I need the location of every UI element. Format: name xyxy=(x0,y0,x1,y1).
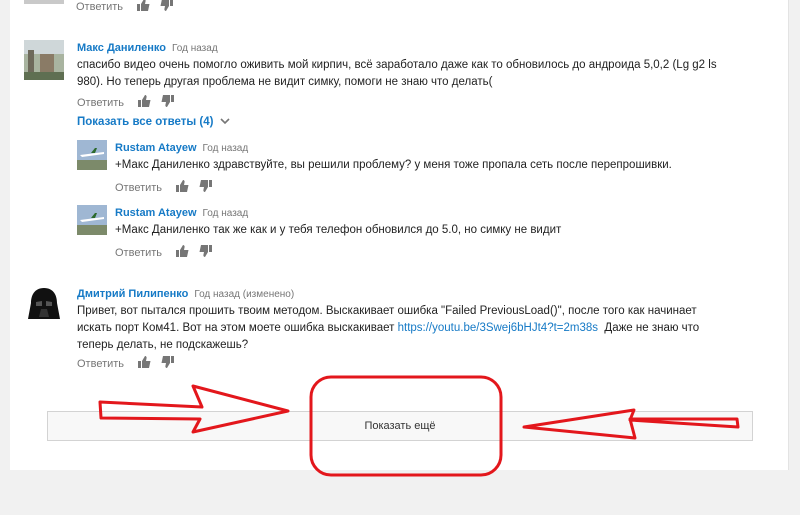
reply-actions: Ответить xyxy=(115,245,222,260)
like-icon[interactable] xyxy=(176,180,189,195)
avatar[interactable] xyxy=(24,40,64,80)
reply-text: +Макс Даниленко так же как и у тебя теле… xyxy=(115,224,562,236)
comment-text: Привет, вот пытался прошить твоим методо… xyxy=(77,303,767,354)
reply-button[interactable]: Ответить xyxy=(115,247,162,259)
reply-actions: Ответить xyxy=(115,180,222,195)
comment-text-line: Привет, вот пытался прошить твоим методо… xyxy=(77,305,697,317)
comment-author[interactable]: Макс Даниленко xyxy=(77,42,166,54)
reply-time[interactable]: Год назад xyxy=(203,208,249,219)
comment-header: Макс Даниленко Год назад xyxy=(77,42,218,54)
reply-text: +Макс Даниленко здравствуйте, вы решили … xyxy=(115,159,672,171)
dislike-icon[interactable] xyxy=(161,356,175,371)
show-replies-label: Показать все ответы (4) xyxy=(77,116,214,128)
reply-avatar[interactable] xyxy=(77,205,107,235)
reply-avatar[interactable] xyxy=(77,140,107,170)
reply-header: Rustam Atayew Год назад xyxy=(115,142,248,154)
reply-time[interactable]: Год назад xyxy=(203,143,249,154)
comment-text-line: искать порт Ком41. Вот на этом моете оши… xyxy=(77,320,767,337)
reply-button[interactable]: Ответить xyxy=(77,97,124,109)
reply-button[interactable]: Ответить xyxy=(115,182,162,194)
comment-actions: Ответить xyxy=(77,356,184,371)
show-replies-link[interactable]: Показать все ответы (4) xyxy=(77,116,230,128)
reply-author[interactable]: Rustam Atayew xyxy=(115,207,197,219)
reply-author[interactable]: Rustam Atayew xyxy=(115,142,197,154)
comment-actions-top: Ответить xyxy=(76,0,183,14)
like-icon[interactable] xyxy=(138,356,151,371)
comment-time[interactable]: Год назад xyxy=(172,43,218,54)
show-more-label: Показать ещё xyxy=(364,420,436,432)
dislike-icon[interactable] xyxy=(161,95,175,110)
reply-button[interactable]: Ответить xyxy=(77,358,124,370)
comment-text: спасибо видео очень помогло оживить мой … xyxy=(77,57,757,91)
comment-time[interactable]: Год назад (изменено) xyxy=(194,289,294,300)
show-more-button[interactable]: Показать ещё xyxy=(47,411,753,441)
dislike-icon[interactable] xyxy=(199,180,213,195)
reply-button[interactable]: Ответить xyxy=(76,1,123,13)
like-icon[interactable] xyxy=(176,245,189,260)
dislike-icon[interactable] xyxy=(160,0,174,14)
comment-text-fragment: Даже не знаю что xyxy=(598,322,700,334)
comment-text-line: 980). Но теперь другая проблема не видит… xyxy=(77,76,493,88)
like-icon[interactable] xyxy=(137,0,150,14)
comment-text-line: теперь делать, не подскажешь? xyxy=(77,339,249,351)
avatar[interactable] xyxy=(24,285,64,325)
comment-author[interactable]: Дмитрий Пилипенко xyxy=(77,288,188,300)
avatar-partial xyxy=(24,0,64,4)
comment-actions: Ответить xyxy=(77,95,184,110)
comment-header: Дмитрий Пилипенко Год назад (изменено) xyxy=(77,288,294,300)
comment-text-line: спасибо видео очень помогло оживить мой … xyxy=(77,59,717,71)
chevron-down-icon xyxy=(220,118,230,125)
like-icon[interactable] xyxy=(138,95,151,110)
reply-header: Rustam Atayew Год назад xyxy=(115,207,248,219)
dislike-icon[interactable] xyxy=(199,245,213,260)
comment-link[interactable]: https://youtu.be/3Swej6bHJt4?t=2m38s xyxy=(398,322,598,334)
comment-text-fragment: искать порт Ком41. Вот на этом моете оши… xyxy=(77,322,398,334)
